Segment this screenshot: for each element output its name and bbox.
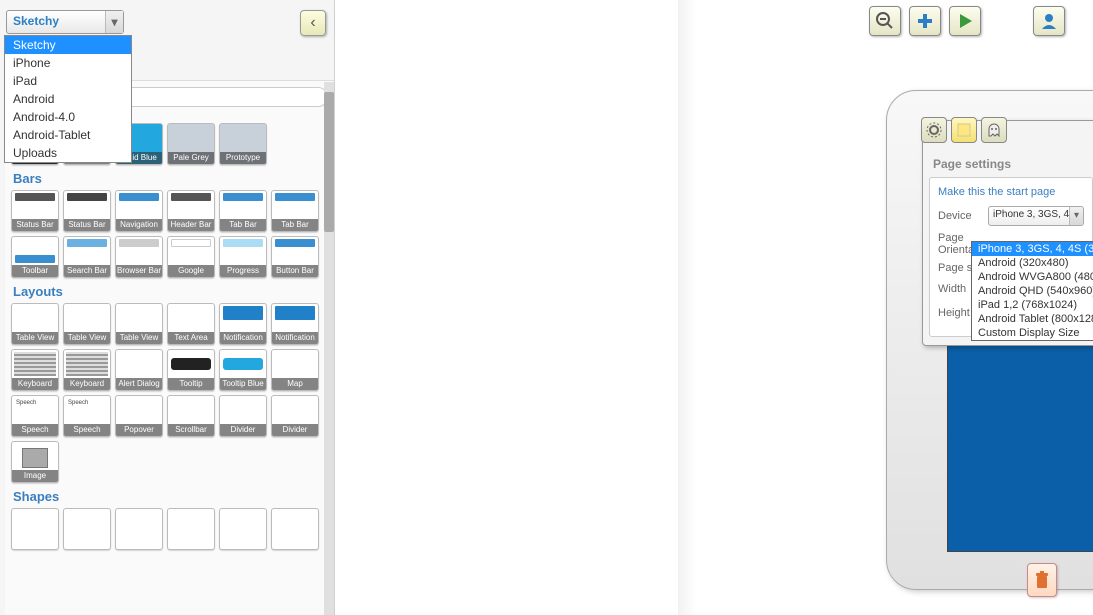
ghost-button[interactable] xyxy=(981,117,1007,143)
theme-option[interactable]: Android-4.0 xyxy=(5,108,131,126)
layouts-row: Table View Table View Table View Text Ar… xyxy=(11,303,328,483)
theme-option[interactable]: Sketchy xyxy=(5,36,131,54)
theme-thumb-palegrey[interactable]: Pale Grey xyxy=(167,123,215,165)
layout-thumb[interactable]: Keyboard xyxy=(63,349,111,391)
canvas-shadow xyxy=(678,0,698,615)
canvas[interactable]: Feedback Page settings Make this the sta… xyxy=(336,0,1093,615)
shape-thumb[interactable] xyxy=(167,508,215,550)
layout-thumb[interactable]: Scrollbar xyxy=(167,395,215,437)
bar-thumb[interactable]: Status Bar xyxy=(11,190,59,232)
section-title-layouts: Layouts xyxy=(13,284,328,299)
layout-thumb[interactable]: Tooltip Blue xyxy=(219,349,267,391)
gear-icon xyxy=(926,122,942,138)
shapes-row xyxy=(11,508,328,550)
bar-thumb[interactable]: Status Bar xyxy=(63,190,111,232)
bar-thumb[interactable]: Navigation xyxy=(115,190,163,232)
popup-title: Page settings xyxy=(923,151,1093,177)
layout-thumb[interactable]: Notification xyxy=(219,303,267,345)
shape-thumb[interactable] xyxy=(115,508,163,550)
section-title-shapes: Shapes xyxy=(13,489,328,504)
layout-thumb[interactable]: Text Area xyxy=(167,303,215,345)
sidebar: Sketchy ▾ Sketchy iPhone iPad Android An… xyxy=(0,0,335,615)
theme-option[interactable]: Android xyxy=(5,90,131,108)
device-option[interactable]: Android WVGA800 (480x800) xyxy=(972,270,1093,284)
layout-thumb[interactable]: Alert Dialog xyxy=(115,349,163,391)
bar-thumb[interactable]: Header Bar xyxy=(167,190,215,232)
collapse-sidebar-button[interactable]: ‹ xyxy=(300,10,326,36)
bar-thumb[interactable]: Tab Bar xyxy=(271,190,319,232)
device-option[interactable]: Android (320x480) xyxy=(972,256,1093,270)
shape-thumb[interactable] xyxy=(63,508,111,550)
layout-thumb[interactable]: Table View xyxy=(11,303,59,345)
trash-icon xyxy=(1033,570,1051,590)
layout-thumb[interactable]: SpeechSpeech xyxy=(11,395,59,437)
zoom-out-button[interactable] xyxy=(869,6,901,36)
shape-thumb[interactable] xyxy=(271,508,319,550)
bars-row: Status Bar Status Bar Navigation Header … xyxy=(11,190,328,278)
device-label: Device xyxy=(938,210,988,222)
layout-thumb[interactable]: Map xyxy=(271,349,319,391)
layout-thumb[interactable]: Tooltip xyxy=(167,349,215,391)
bar-thumb[interactable]: Progress xyxy=(219,236,267,278)
device-select[interactable]: iPhone 3, 3GS, 4, 4S (320x480) ▾ xyxy=(988,206,1084,226)
layout-thumb[interactable]: SpeechSpeech xyxy=(63,395,111,437)
theme-dropdown[interactable]: Sketchy iPhone iPad Android Android-4.0 … xyxy=(4,35,132,163)
plus-icon xyxy=(915,11,935,31)
layout-thumb[interactable]: Notification xyxy=(271,303,319,345)
chevron-down-icon: ▾ xyxy=(1069,207,1083,225)
user-button[interactable] xyxy=(1033,6,1065,36)
trash-button[interactable] xyxy=(1027,563,1057,597)
theme-thumb-prototype[interactable]: Prototype xyxy=(219,123,267,165)
section-title-bars: Bars xyxy=(13,171,328,186)
theme-select[interactable]: Sketchy ▾ xyxy=(6,10,124,34)
make-start-page-link[interactable]: Make this the start page xyxy=(938,186,1084,198)
ghost-icon xyxy=(986,122,1002,138)
bar-thumb[interactable]: Tab Bar xyxy=(219,190,267,232)
device-option[interactable]: Custom Display Size xyxy=(972,326,1093,340)
bar-thumb[interactable]: Google xyxy=(167,236,215,278)
play-icon xyxy=(955,11,975,31)
shape-thumb[interactable] xyxy=(11,508,59,550)
device-dropdown[interactable]: iPhone 3, 3GS, 4, 4S (320x480) Android (… xyxy=(971,241,1093,341)
zoom-out-icon xyxy=(875,11,895,31)
settings-gear-button[interactable] xyxy=(921,117,947,143)
bar-thumb[interactable]: Button Bar xyxy=(271,236,319,278)
theme-option[interactable]: iPhone xyxy=(5,54,131,72)
device-option[interactable]: iPhone 3, 3GS, 4, 4S (320x480) xyxy=(972,242,1093,256)
device-option[interactable]: Android QHD (540x960) xyxy=(972,284,1093,298)
note-button[interactable] xyxy=(951,117,977,143)
theme-option[interactable]: Android-Tablet xyxy=(5,126,131,144)
chevron-left-icon: ‹ xyxy=(310,14,315,31)
shape-thumb[interactable] xyxy=(219,508,267,550)
layout-thumb-image[interactable]: Image xyxy=(11,441,59,483)
device-option[interactable]: Android Tablet (800x1280) xyxy=(972,312,1093,326)
theme-select-value: Sketchy xyxy=(13,14,59,28)
add-page-button[interactable] xyxy=(909,6,941,36)
layout-thumb[interactable]: Table View xyxy=(63,303,111,345)
layout-thumb[interactable]: Divider xyxy=(271,395,319,437)
play-button[interactable] xyxy=(949,6,981,36)
sidebar-scrollbar[interactable] xyxy=(324,82,334,615)
device-option[interactable]: iPad 1,2 (768x1024) xyxy=(972,298,1093,312)
note-icon xyxy=(957,123,971,137)
layout-thumb[interactable]: Divider xyxy=(219,395,267,437)
bar-thumb[interactable]: Browser Bar xyxy=(115,236,163,278)
layout-thumb[interactable]: Keyboard xyxy=(11,349,59,391)
user-icon xyxy=(1039,11,1059,31)
scrollbar-thumb[interactable] xyxy=(324,92,334,232)
theme-option[interactable]: iPad xyxy=(5,72,131,90)
bar-thumb[interactable]: Search Bar xyxy=(63,236,111,278)
bar-thumb[interactable]: Toolbar xyxy=(11,236,59,278)
theme-option[interactable]: Uploads xyxy=(5,144,131,162)
layout-thumb[interactable]: Popover xyxy=(115,395,163,437)
chevron-down-icon: ▾ xyxy=(105,11,123,33)
layout-thumb[interactable]: Table View xyxy=(115,303,163,345)
